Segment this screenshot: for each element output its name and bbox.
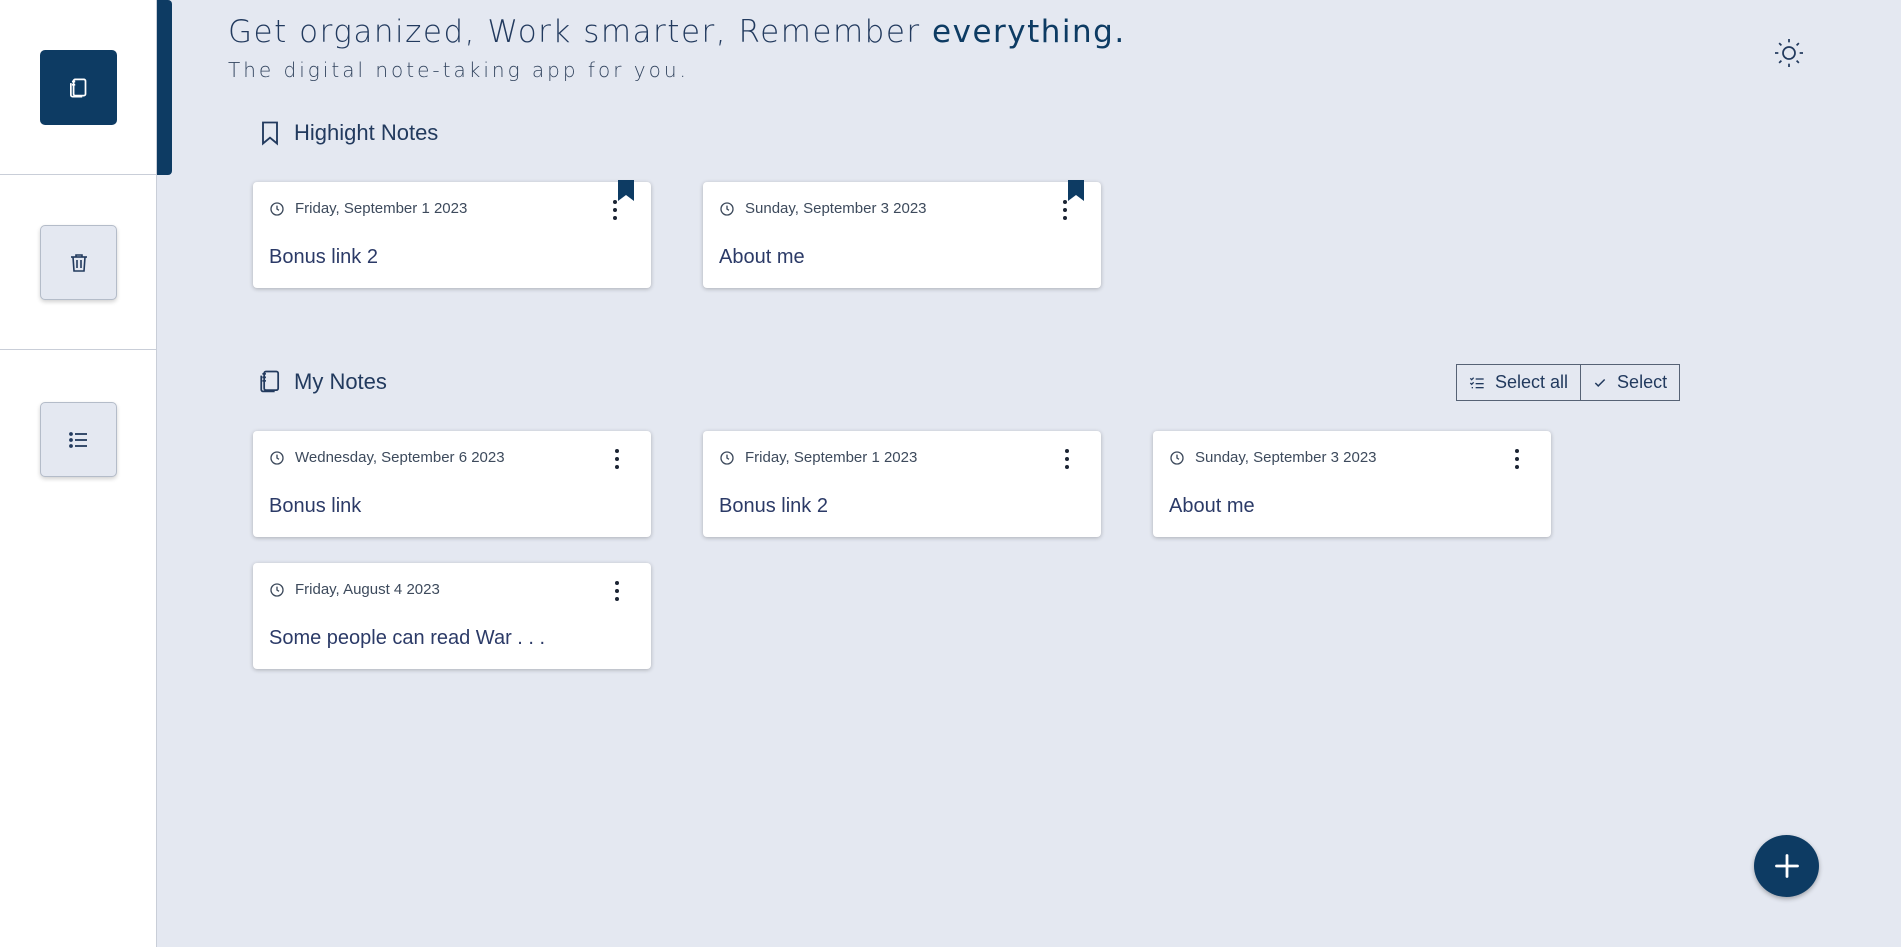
note-title: About me [1169, 495, 1255, 517]
title-emphasis: everything. [932, 14, 1126, 50]
clock-icon [270, 201, 284, 216]
note-menu-button[interactable] [611, 447, 623, 471]
sidebar-section-list [0, 350, 157, 525]
bookmark-outline-icon [262, 121, 278, 146]
note-date: Sunday, September 3 2023 [1169, 449, 1377, 466]
note-menu-button[interactable] [611, 579, 623, 603]
note-date-text: Friday, September 1 2023 [745, 449, 918, 466]
select-all-button[interactable]: Select all [1456, 364, 1582, 401]
note-title: Some people can read War . . . [269, 627, 546, 649]
highlight-section-title: Highight Notes [294, 120, 439, 145]
selection-controls: Select all Select [1456, 364, 1681, 401]
my-notes-section-title: My Notes [294, 369, 387, 394]
clock-icon [270, 450, 284, 465]
active-indicator [157, 0, 172, 175]
clock-icon [270, 582, 284, 597]
sidebar-section-notes [0, 0, 157, 175]
check-icon [1594, 378, 1606, 387]
sidebar-item-notes[interactable] [40, 50, 117, 125]
list-icon [68, 431, 87, 448]
sidebar-item-list[interactable] [40, 402, 117, 477]
note-menu-button[interactable] [1511, 447, 1523, 471]
note-date-text: Friday, September 1 2023 [295, 200, 468, 217]
highlight-note-card[interactable]: Sunday, September 3 2023 About me [703, 180, 1101, 288]
note-date: Friday, September 1 2023 [719, 449, 917, 466]
note-card[interactable]: Friday, September 1 2023 Bonus link 2 [703, 431, 1101, 537]
clock-icon [720, 450, 734, 465]
notebook-icon [260, 370, 280, 393]
select-all-label: Select all [1495, 372, 1569, 392]
select-button[interactable]: Select [1581, 364, 1681, 401]
highlight-note-card[interactable]: Friday, September 1 2023 Bonus link 2 [253, 180, 651, 288]
my-notes-section-header: My Notes [256, 367, 387, 397]
note-date-text: Friday, August 4 2023 [295, 581, 440, 598]
note-date: Sunday, September 3 2023 [719, 200, 927, 217]
note-title: Bonus link 2 [719, 495, 828, 517]
clock-icon [720, 201, 734, 216]
note-date-text: Sunday, September 3 2023 [745, 200, 927, 217]
sidebar-section-trash [0, 175, 157, 350]
plus-icon [1774, 854, 1799, 878]
sidebar [0, 0, 172, 947]
clock-icon [1170, 450, 1184, 465]
highlight-section-header: Highight Notes [256, 118, 438, 148]
note-title: Bonus link 2 [269, 246, 378, 268]
page-subtitle: The digital note-taking app for you. [228, 58, 689, 82]
bookmark-filled-icon[interactable] [1067, 180, 1085, 202]
note-menu-button[interactable] [1061, 447, 1073, 471]
sun-icon [1775, 39, 1803, 67]
note-card[interactable]: Sunday, September 3 2023 About me [1153, 431, 1551, 537]
note-date: Wednesday, September 6 2023 [269, 449, 505, 466]
note-title: About me [719, 246, 805, 268]
sidebar-item-trash[interactable] [40, 225, 117, 300]
select-label: Select [1617, 372, 1668, 392]
note-title: Bonus link [269, 495, 362, 517]
checklist-icon [1469, 376, 1484, 388]
add-note-button[interactable] [1754, 835, 1819, 897]
title-main: Get organized, Work smarter, Remember [228, 14, 933, 50]
note-date: Friday, August 4 2023 [269, 581, 440, 598]
theme-toggle-button[interactable] [1771, 35, 1807, 71]
note-card[interactable]: Wednesday, September 6 2023 Bonus link [253, 431, 651, 537]
page-title: Get organized, Work smarter, Remember ev… [228, 14, 1126, 50]
bookmark-filled-icon[interactable] [617, 180, 635, 202]
notebook-icon [69, 77, 86, 98]
note-date-text: Sunday, September 3 2023 [1195, 449, 1377, 466]
note-date: Friday, September 1 2023 [269, 200, 467, 217]
trash-icon [70, 253, 87, 272]
note-card[interactable]: Friday, August 4 2023 Some people can re… [253, 563, 651, 669]
note-date-text: Wednesday, September 6 2023 [295, 449, 505, 466]
